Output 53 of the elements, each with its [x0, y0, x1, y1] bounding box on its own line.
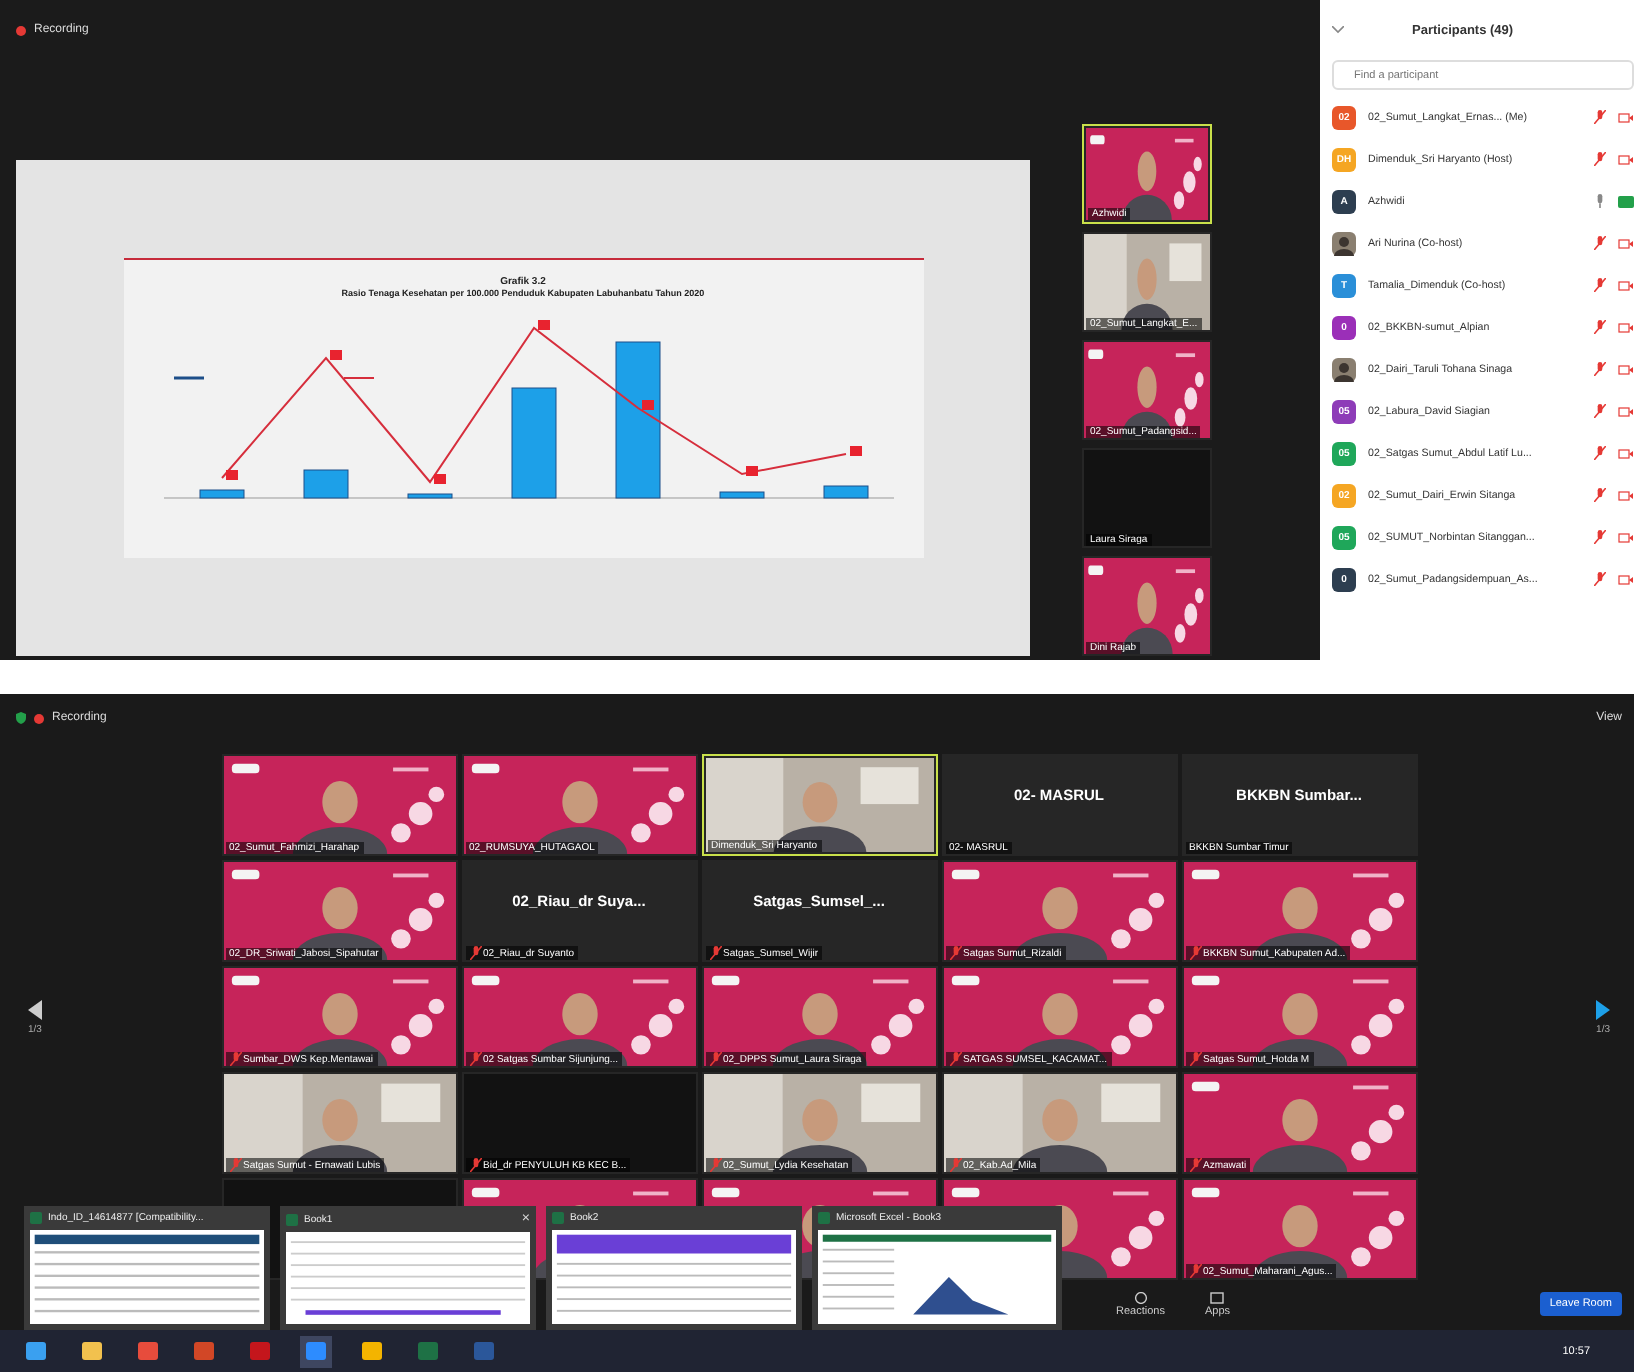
spreadsheet-icon [552, 1212, 564, 1224]
data-point [745, 466, 757, 476]
chart-bar [718, 491, 764, 499]
recording-icon [16, 25, 26, 35]
next-page-icon[interactable] [1596, 999, 1610, 1019]
recording-icon [34, 713, 44, 723]
previous-page-icon[interactable] [28, 999, 42, 1019]
muted-mic-icon [229, 1158, 241, 1172]
muted-mic-icon [949, 946, 961, 960]
muted-mic-icon [469, 946, 481, 960]
muted-mic-icon [1594, 278, 1606, 292]
mic-icon [1594, 194, 1606, 208]
chart-bar [198, 489, 244, 499]
muted-mic-icon [1594, 530, 1606, 544]
muted-mic-icon [1594, 446, 1606, 460]
muted-mic-icon [1594, 488, 1606, 502]
spreadsheet-icon [818, 1212, 830, 1224]
muted-mic-icon [1189, 1158, 1201, 1172]
data-point [849, 446, 861, 456]
spreadsheet-icon [286, 1213, 298, 1225]
muted-mic-icon [709, 1158, 721, 1172]
data-point [329, 350, 341, 360]
muted-mic-icon [1594, 320, 1606, 334]
muted-mic-icon [229, 1052, 241, 1066]
shield-icon [16, 712, 26, 724]
muted-mic-icon [709, 1052, 721, 1066]
chart-bar [302, 469, 348, 499]
muted-mic-icon [1594, 152, 1606, 166]
chart-bar [406, 493, 452, 499]
muted-mic-icon [1594, 404, 1606, 418]
data-point [433, 474, 445, 484]
chevron-icon[interactable] [1332, 26, 1344, 34]
muted-mic-icon [949, 1052, 961, 1066]
muted-mic-icon [709, 946, 721, 960]
muted-mic-icon [1189, 1264, 1201, 1278]
data-point [641, 400, 653, 410]
smiley-icon [1133, 1291, 1148, 1303]
spreadsheet-icon [30, 1212, 42, 1224]
muted-mic-icon [1594, 572, 1606, 586]
zoom-taskbar-icon[interactable] [300, 1335, 332, 1367]
muted-mic-icon [1189, 1052, 1201, 1066]
muted-mic-icon [469, 1158, 481, 1172]
apps-icon [1210, 1291, 1225, 1303]
data-point [225, 470, 237, 480]
chart-bar [822, 485, 868, 499]
data-point [537, 320, 549, 330]
muted-mic-icon [1594, 236, 1606, 250]
muted-mic-icon [1594, 110, 1606, 124]
muted-mic-icon [1189, 946, 1201, 960]
chart-bar [510, 387, 556, 499]
muted-mic-icon [469, 1052, 481, 1066]
muted-mic-icon [949, 1158, 961, 1172]
muted-mic-icon [1594, 362, 1606, 376]
